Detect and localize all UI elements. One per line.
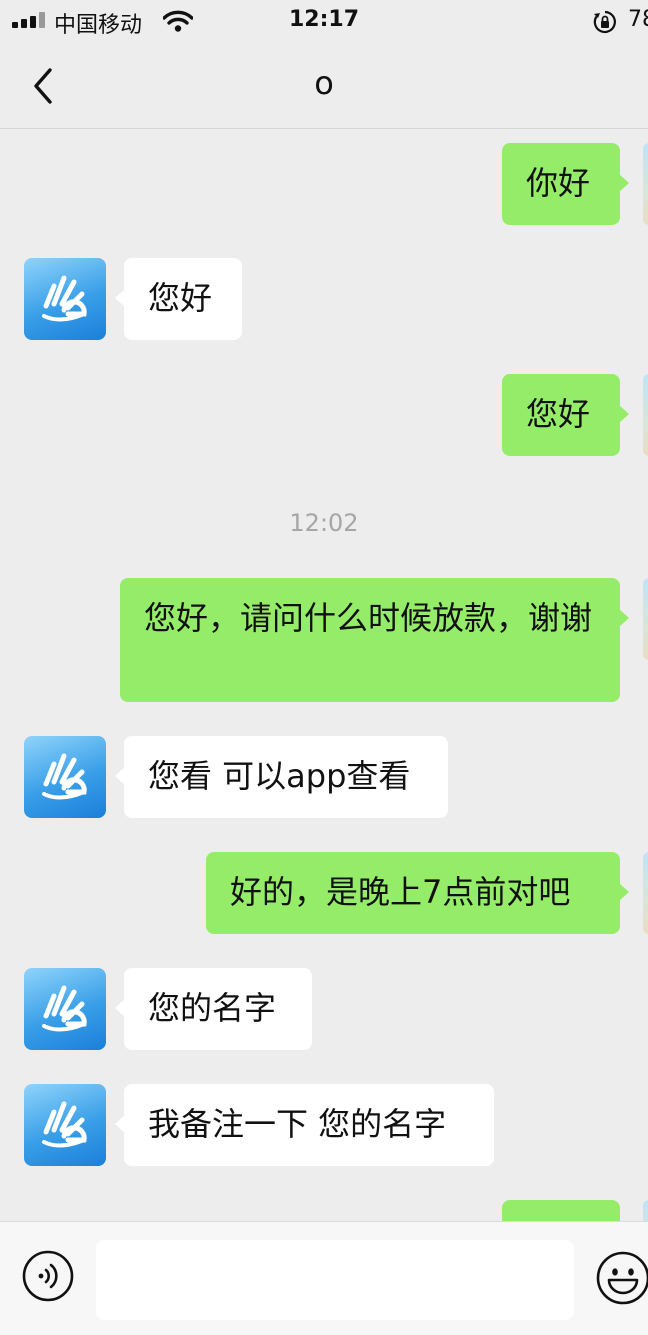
voice-icon[interactable] <box>22 1250 74 1302</box>
input-bar <box>0 1221 648 1335</box>
hand-logo-icon <box>42 1101 87 1148</box>
message-bubble-incoming[interactable]: 您看 可以app查看 <box>115 736 448 818</box>
hand-logo-icon <box>42 275 87 322</box>
hand-logo-icon <box>42 753 87 800</box>
contact-avatar[interactable] <box>24 968 106 1050</box>
message-input[interactable] <box>96 1240 574 1320</box>
message-bubble-incoming[interactable]: 我备注一下 您的名字 <box>115 1084 494 1166</box>
contact-avatar[interactable] <box>24 1084 106 1166</box>
hand-logo-icon <box>42 985 87 1032</box>
battery-percent: 78 <box>628 7 648 32</box>
my-avatar[interactable] <box>643 143 648 225</box>
message-bubble-outgoing[interactable]: 您好，请问什么时候放款，谢谢 <box>120 578 629 702</box>
message-bubble-incoming[interactable]: 您好 <box>115 258 242 340</box>
contact-avatar[interactable] <box>24 736 106 818</box>
emoji-icon[interactable] <box>595 1250 648 1306</box>
status-time: 12:17 <box>288 7 360 32</box>
orientation-lock-icon <box>593 10 616 34</box>
message-bubble-incoming[interactable]: 您的名字 <box>115 968 312 1050</box>
my-avatar[interactable] <box>643 578 648 660</box>
my-avatar[interactable] <box>643 852 648 934</box>
my-avatar[interactable] <box>643 1200 648 1221</box>
message-bubble-outgoing[interactable]: 您好 <box>502 374 629 456</box>
message-list[interactable]: 你好 您好 您好 12:02 您好，请问什么时候放款，谢谢 您看 可以app查看… <box>0 129 648 1221</box>
contact-avatar[interactable] <box>24 258 106 340</box>
status-bar: 中国移动 12:17 78 <box>0 0 648 40</box>
chat-header: o <box>0 40 648 129</box>
message-timestamp: 12:02 <box>289 509 359 537</box>
my-avatar[interactable] <box>643 374 648 456</box>
message-bubble-outgoing[interactable] <box>502 1200 620 1221</box>
message-bubble-outgoing[interactable]: 你好 <box>502 143 629 225</box>
message-bubble-outgoing[interactable]: 好的，是晚上7点前对吧 <box>206 852 629 934</box>
chat-title: o <box>314 64 334 102</box>
